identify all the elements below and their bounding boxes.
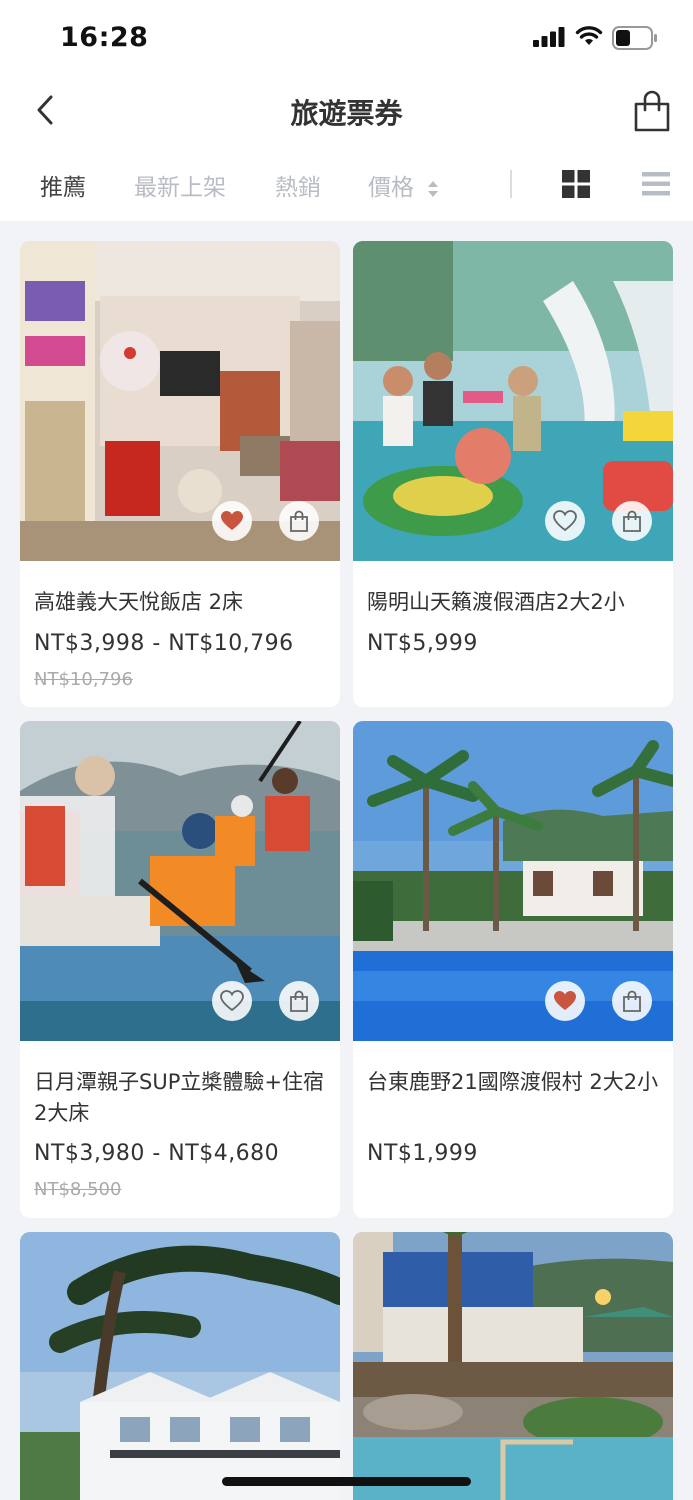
home-indicator[interactable] <box>222 1477 471 1486</box>
tab-price[interactable]: 價格 <box>368 168 439 202</box>
add-to-cart-button[interactable] <box>279 981 319 1021</box>
shopping-bag-icon <box>290 990 308 1012</box>
heart-outline-icon <box>220 990 244 1012</box>
sort-divider <box>510 170 512 198</box>
product-name: 台東鹿野21國際渡假村 2大2小 <box>367 1070 659 1094</box>
product-card[interactable] <box>20 1232 340 1500</box>
shopping-bag-icon <box>623 510 641 532</box>
product-image[interactable] <box>353 1232 673 1500</box>
add-to-cart-button[interactable] <box>612 981 652 1021</box>
favorite-button[interactable] <box>545 981 585 1021</box>
tab-best-selling[interactable]: 熱銷 <box>275 168 321 202</box>
list-view-icon[interactable] <box>642 170 670 198</box>
product-card[interactable]: 日月潭親子SUP立槳體驗+住宿2大床 NT$3,980 - NT$4,680 N… <box>20 721 340 1218</box>
sort-arrows-icon <box>428 180 439 197</box>
product-price: NT$5,999 <box>367 631 478 656</box>
product-price: NT$3,980 - NT$4,680 <box>34 1141 280 1166</box>
battery-icon <box>612 26 657 50</box>
tab-recommended[interactable]: 推薦 <box>40 168 86 202</box>
heart-filled-icon <box>554 991 576 1010</box>
favorite-button[interactable] <box>545 501 585 541</box>
nav-bar: 旅遊票券 <box>0 76 693 146</box>
shopping-bag-icon <box>623 990 641 1012</box>
product-name: 高雄義大天悅飯店 2床 <box>34 590 244 614</box>
page-title: 旅遊票券 <box>290 97 403 130</box>
status-bar: 16:28 <box>0 0 693 76</box>
add-to-cart-button[interactable] <box>612 501 652 541</box>
heart-outline-icon <box>553 510 577 532</box>
wifi-icon <box>575 26 603 45</box>
shopping-bag-icon <box>290 510 308 532</box>
heart-filled-icon <box>221 511 243 530</box>
cellular-signal-icon <box>533 27 565 47</box>
favorite-button[interactable] <box>212 981 252 1021</box>
product-name: 陽明山天籟渡假酒店2大2小 <box>367 590 625 614</box>
product-price: NT$3,998 - NT$10,796 <box>34 631 294 656</box>
product-card[interactable]: 高雄義大天悅飯店 2床 NT$3,998 - NT$10,796 NT$10,7… <box>20 241 340 707</box>
tab-newest[interactable]: 最新上架 <box>134 168 226 202</box>
product-price: NT$1,999 <box>367 1141 478 1166</box>
sort-bar: 推薦 最新上架 熱銷 價格 <box>0 146 693 221</box>
product-original-price: NT$8,500 <box>34 1179 122 1200</box>
tab-price-label: 價格 <box>368 175 414 201</box>
product-card[interactable]: 陽明山天籟渡假酒店2大2小 NT$5,999 <box>353 241 673 707</box>
product-original-price: NT$10,796 <box>34 669 133 690</box>
status-time: 16:28 <box>60 22 149 53</box>
grid-view-icon[interactable] <box>562 170 590 198</box>
shopping-bag-icon[interactable] <box>632 90 672 132</box>
product-image[interactable] <box>20 1232 340 1500</box>
add-to-cart-button[interactable] <box>279 501 319 541</box>
favorite-button[interactable] <box>212 501 252 541</box>
product-name: 日月潭親子SUP立槳體驗+住宿2大床 <box>34 1070 324 1125</box>
product-card[interactable]: 台東鹿野21國際渡假村 2大2小 NT$1,999 <box>353 721 673 1218</box>
product-card[interactable] <box>353 1232 673 1500</box>
